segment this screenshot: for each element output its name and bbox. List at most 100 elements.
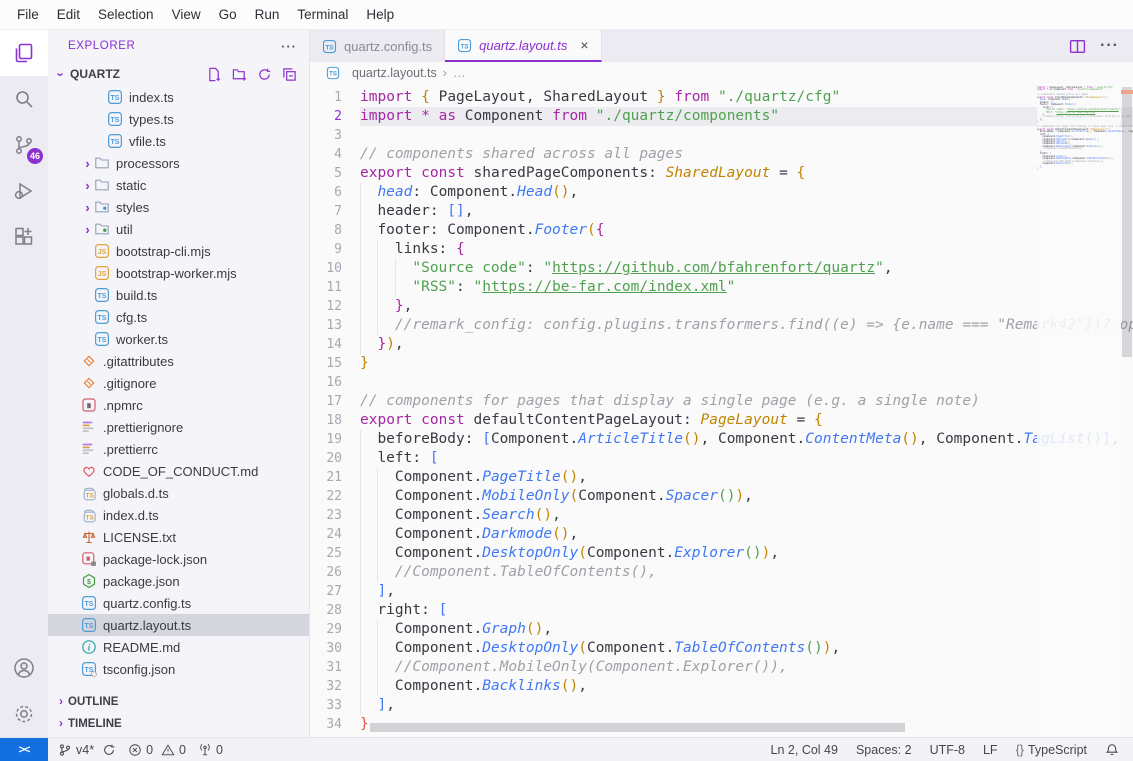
git-branch-status[interactable]: v4* (52, 743, 122, 757)
ts-file-icon: TS (326, 66, 340, 80)
account-activity-icon[interactable] (0, 645, 48, 691)
tree-item-bootstrap-worker.mjs[interactable]: JSbootstrap-worker.mjs (48, 262, 309, 284)
tab-quartz.config.ts[interactable]: TSquartz.config.ts (310, 30, 445, 62)
tree-item-processors[interactable]: ›processors (48, 152, 309, 174)
close-tab-icon[interactable]: × (580, 37, 588, 53)
cursor-position-status[interactable]: Ln 2, Col 49 (765, 743, 844, 757)
breadcrumb-more[interactable]: … (453, 66, 466, 80)
tree-item-quartz.layout.ts[interactable]: TSquartz.layout.ts (48, 614, 309, 636)
line-number: 18 (310, 411, 360, 430)
breadcrumb[interactable]: TS quartz.layout.ts › … (310, 62, 1133, 84)
tree-item-quartz.config.ts[interactable]: TSquartz.config.ts (48, 592, 309, 614)
line-number: 8 (310, 221, 360, 240)
menu-help[interactable]: Help (357, 3, 403, 26)
outline-panel-header[interactable]: › OUTLINE (48, 691, 309, 713)
encoding-status[interactable]: UTF-8 (924, 743, 971, 757)
horizontal-scrollbar[interactable] (370, 723, 905, 732)
timeline-panel-header[interactable]: › TIMELINE (48, 713, 309, 735)
extensions-icon (12, 225, 36, 249)
tree-item-.prettierignore[interactable]: .prettierignore (48, 416, 309, 438)
code-line-16: 16 (310, 373, 1133, 392)
eol-status[interactable]: LF (977, 743, 1004, 757)
tree-item-vfile.ts[interactable]: TSvfile.ts (48, 130, 309, 152)
svg-text:TS: TS (98, 293, 107, 300)
settings-activity-icon[interactable] (0, 691, 48, 737)
tree-item-styles[interactable]: ›styles (48, 196, 309, 218)
tree-item-static[interactable]: ›static (48, 174, 309, 196)
dts-icon: TS (81, 507, 97, 523)
menu-edit[interactable]: Edit (48, 3, 89, 26)
code-line-10: 10 "Source code": "https://github.com/bf… (310, 259, 1133, 278)
menu-run[interactable]: Run (246, 3, 289, 26)
tree-item-LICENSE.txt[interactable]: LICENSE.txt (48, 526, 309, 548)
tree-item-label: quartz.layout.ts (103, 618, 191, 633)
notifications-status[interactable] (1099, 743, 1125, 757)
section-chevron-icon[interactable]: › (54, 67, 69, 81)
menu-go[interactable]: Go (210, 3, 246, 26)
ports-status[interactable]: 0 (192, 743, 229, 757)
tree-item-cfg.ts[interactable]: TScfg.ts (48, 306, 309, 328)
tree-item-index.d.ts[interactable]: TSindex.d.ts (48, 504, 309, 526)
search-activity-icon[interactable] (0, 76, 48, 122)
tree-item-worker.ts[interactable]: TS worker.ts (48, 328, 309, 350)
tree-item-.npmrc[interactable]: .npmrc (48, 394, 309, 416)
tree-item-label: worker.ts (116, 332, 168, 347)
warning-icon (161, 743, 175, 757)
folder-chevron-icon: › (81, 222, 94, 237)
explorer-activity-icon[interactable] (0, 30, 48, 76)
ts-icon: TS (94, 287, 110, 303)
menu-file[interactable]: File (8, 3, 48, 26)
remote-indicator[interactable]: >< (0, 738, 48, 761)
tree-item-tsconfig.json[interactable]: TStsconfig.json (48, 658, 309, 680)
tree-item-build.ts[interactable]: TSbuild.ts (48, 284, 309, 306)
branch-icon (58, 743, 72, 757)
minimap[interactable]: import { PageLayout, SharedLayout } from… (1037, 84, 1121, 737)
tree-item-index.ts[interactable]: TSindex.ts (48, 86, 309, 108)
explorer-more-icon[interactable]: ··· (281, 39, 297, 54)
git-icon (81, 353, 97, 369)
menu-terminal[interactable]: Terminal (288, 3, 357, 26)
workspace-section-title[interactable]: QUARTZ (70, 67, 120, 81)
run-debug-activity-icon[interactable] (0, 168, 48, 214)
file-tree: TSindex.tsTStypes.tsTSvfile.ts›processor… (48, 86, 309, 691)
line-number: 2 (310, 107, 360, 126)
code-editor[interactable]: 1import { PageLayout, SharedLayout } fro… (310, 84, 1133, 737)
new-file-icon[interactable] (207, 67, 222, 82)
tree-item-bootstrap-cli.mjs[interactable]: JSbootstrap-cli.mjs (48, 240, 309, 262)
tree-item-README.md[interactable]: iREADME.md (48, 636, 309, 658)
problems-status[interactable]: 0 0 (122, 743, 192, 757)
ts-icon: TS (94, 331, 110, 347)
code-line-18: 18export const defaultContentPageLayout:… (310, 411, 1133, 430)
code-line-30: 30 Component.DesktopOnly(Component.Table… (310, 639, 1133, 658)
refresh-icon[interactable] (257, 67, 272, 82)
new-folder-icon[interactable] (232, 67, 247, 82)
svg-text:JS: JS (98, 271, 107, 278)
tree-item-util[interactable]: ›util (48, 218, 309, 240)
tree-item-.gitignore[interactable]: .gitignore (48, 372, 309, 394)
indentation-status[interactable]: Spaces: 2 (850, 743, 918, 757)
tab-bar: TSquartz.config.tsTSquartz.layout.ts× ··… (310, 30, 1133, 62)
tree-item-types.ts[interactable]: TStypes.ts (48, 108, 309, 130)
tree-item-CODE_OF_CONDUCT.md[interactable]: CODE_OF_CONDUCT.md (48, 460, 309, 482)
tab-quartz.layout.ts[interactable]: TSquartz.layout.ts× (445, 30, 601, 62)
vertical-scrollbar[interactable] (1122, 87, 1132, 357)
menu-selection[interactable]: Selection (89, 3, 163, 26)
breadcrumb-file[interactable]: quartz.layout.ts (352, 66, 437, 80)
collapse-all-icon[interactable] (282, 67, 297, 82)
tree-item-label: README.md (103, 640, 180, 655)
editor-more-actions-icon[interactable]: ··· (1100, 37, 1119, 55)
code-line-25: 25 Component.DesktopOnly(Component.Explo… (310, 544, 1133, 563)
line-number: 31 (310, 658, 360, 677)
svg-text:TS: TS (460, 43, 469, 50)
split-editor-icon[interactable] (1069, 38, 1086, 55)
menu-view[interactable]: View (163, 3, 210, 26)
tree-item-package.json[interactable]: $package.json (48, 570, 309, 592)
tree-item-.prettierrc[interactable]: .prettierrc (48, 438, 309, 460)
tree-item-.gitattributes[interactable]: .gitattributes (48, 350, 309, 372)
source-control-activity-icon[interactable]: 46 (0, 122, 48, 168)
tree-item-package-lock.json[interactable]: package-lock.json (48, 548, 309, 570)
extensions-activity-icon[interactable] (0, 214, 48, 260)
language-mode-status[interactable]: {} TypeScript (1010, 743, 1093, 757)
tree-item-globals.d.ts[interactable]: TSglobals.d.ts (48, 482, 309, 504)
line-number: 15 (310, 354, 360, 373)
